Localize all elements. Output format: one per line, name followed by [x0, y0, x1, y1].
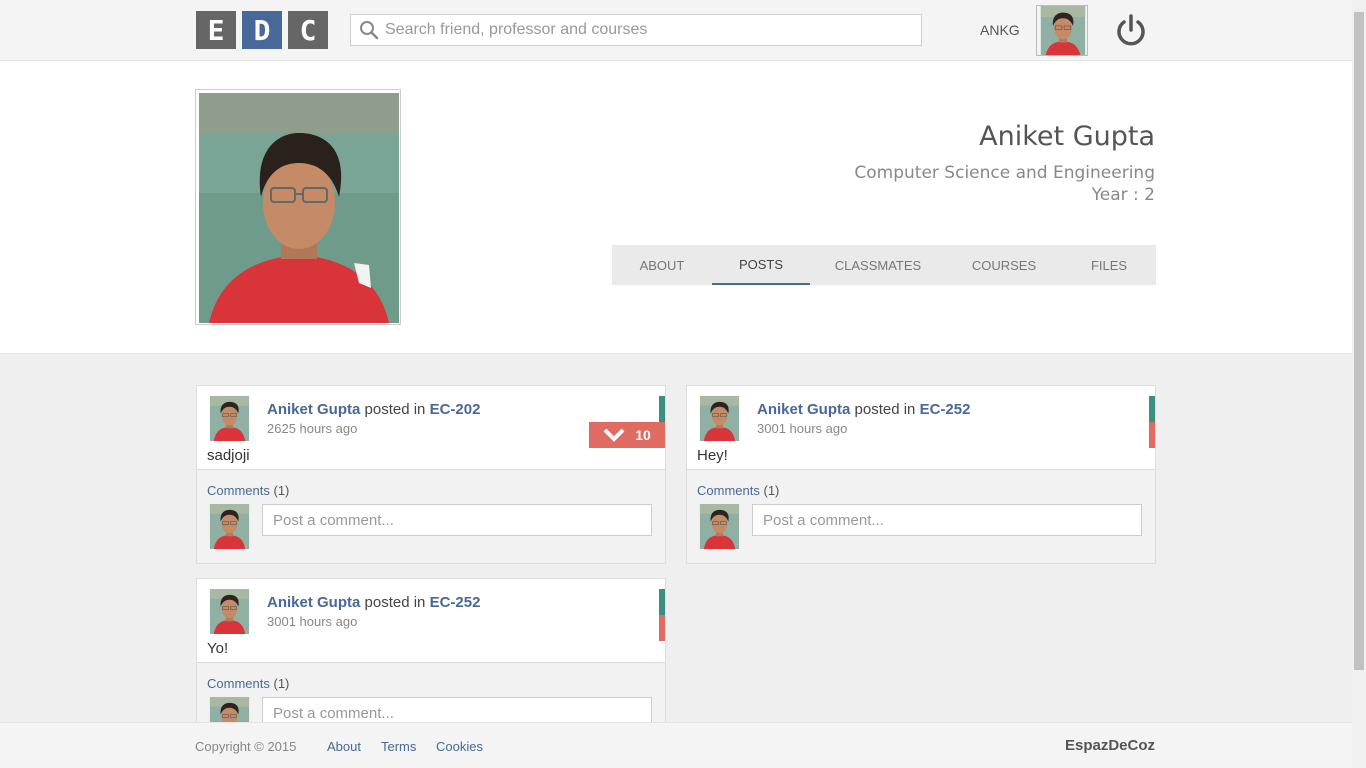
post-course-link[interactable]: EC-252	[920, 401, 971, 418]
power-icon[interactable]	[1113, 13, 1149, 49]
profile-header: Aniket Gupta Computer Science and Engine…	[0, 61, 1352, 354]
tab-classmates[interactable]: CLASSMATES	[810, 245, 946, 285]
comment-input[interactable]	[262, 504, 652, 536]
downvote-bar[interactable]	[659, 615, 665, 641]
profile-year: Year : 2	[1091, 185, 1155, 205]
post-body: Yo!	[207, 640, 229, 657]
comments-label[interactable]: Comments (1)	[207, 676, 289, 691]
footer-link-terms[interactable]: Terms	[381, 739, 416, 754]
post-course-link[interactable]: EC-252	[430, 594, 481, 611]
post-author-avatar[interactable]	[207, 396, 252, 441]
post-timestamp: 3001 hours ago	[757, 421, 848, 436]
post-card: Aniket Gupta posted in EC-202 2625 hours…	[196, 385, 666, 564]
post-author-link[interactable]: Aniket Gupta	[267, 594, 360, 611]
copyright: Copyright © 2015	[195, 739, 297, 754]
downvote-bar[interactable]	[1149, 422, 1155, 448]
search-icon	[360, 21, 379, 40]
post-course-link[interactable]: EC-202	[430, 401, 481, 418]
footer-link-cookies[interactable]: Cookies	[436, 739, 483, 754]
profile-photo	[195, 89, 401, 325]
comments-link[interactable]: Comments	[697, 483, 760, 498]
upvote-bar[interactable]	[659, 589, 665, 615]
upvote-bar[interactable]	[659, 396, 665, 422]
chevron-down-icon	[603, 428, 625, 442]
post-timestamp: 2625 hours ago	[267, 421, 358, 436]
logo-letter-c: C	[288, 11, 328, 49]
tab-about[interactable]: ABOUT	[612, 245, 712, 285]
post-author-link[interactable]: Aniket Gupta	[267, 401, 360, 418]
comments-count: (1)	[763, 483, 780, 498]
vote-count: 10	[635, 427, 651, 443]
comments-link[interactable]: Comments	[207, 483, 270, 498]
profile-name: Aniket Gupta	[979, 121, 1155, 152]
post-author-avatar[interactable]	[697, 396, 742, 441]
username[interactable]: ANKG	[980, 22, 1020, 38]
tab-courses[interactable]: COURSES	[946, 245, 1062, 285]
tab-files[interactable]: FILES	[1062, 245, 1156, 285]
upvote-bar[interactable]	[1149, 396, 1155, 422]
post-card: Aniket Gupta posted in EC-252 3001 hours…	[686, 385, 1156, 564]
comments-label[interactable]: Comments (1)	[207, 483, 289, 498]
profile-department: Computer Science and Engineering	[854, 163, 1155, 183]
search-box[interactable]	[350, 14, 922, 46]
logo-letter-d: D	[242, 11, 282, 49]
comments-count: (1)	[273, 676, 290, 691]
scrollbar[interactable]	[1352, 0, 1366, 768]
posted-in-text: posted in	[364, 401, 426, 418]
tab-posts[interactable]: POSTS	[712, 245, 810, 285]
footer-link-about[interactable]: About	[327, 739, 361, 754]
footer: Copyright © 2015 About Terms Cookies Esp…	[0, 722, 1352, 768]
logo-letter-e: E	[196, 11, 236, 49]
posted-in-text: posted in	[364, 594, 426, 611]
comment-input[interactable]	[752, 504, 1142, 536]
search-input[interactable]	[385, 21, 915, 39]
downvote-button[interactable]: 10	[589, 422, 665, 448]
logo[interactable]: E D C	[196, 11, 328, 49]
commenter-avatar	[207, 504, 252, 549]
post-author-avatar[interactable]	[207, 589, 252, 634]
post-meta: Aniket Gupta posted in EC-202	[267, 401, 480, 418]
post-body: sadjoji	[207, 447, 250, 464]
comments-label[interactable]: Comments (1)	[697, 483, 779, 498]
post-meta: Aniket Gupta posted in EC-252	[757, 401, 970, 418]
top-bar: E D C ANKG	[0, 0, 1352, 61]
footer-brand: EspazDeCoz	[1064, 737, 1155, 754]
profile-tabs: ABOUT POSTS CLASSMATES COURSES FILES	[612, 245, 1156, 285]
comments-count: (1)	[273, 483, 290, 498]
post-body: Hey!	[697, 447, 728, 464]
user-avatar[interactable]	[1036, 5, 1088, 56]
post-author-link[interactable]: Aniket Gupta	[757, 401, 850, 418]
commenter-avatar	[697, 504, 742, 549]
post-meta: Aniket Gupta posted in EC-252	[267, 594, 480, 611]
post-timestamp: 3001 hours ago	[267, 614, 358, 629]
posted-in-text: posted in	[854, 401, 916, 418]
scrollbar-thumb[interactable]	[1354, 12, 1364, 670]
comments-link[interactable]: Comments	[207, 676, 270, 691]
